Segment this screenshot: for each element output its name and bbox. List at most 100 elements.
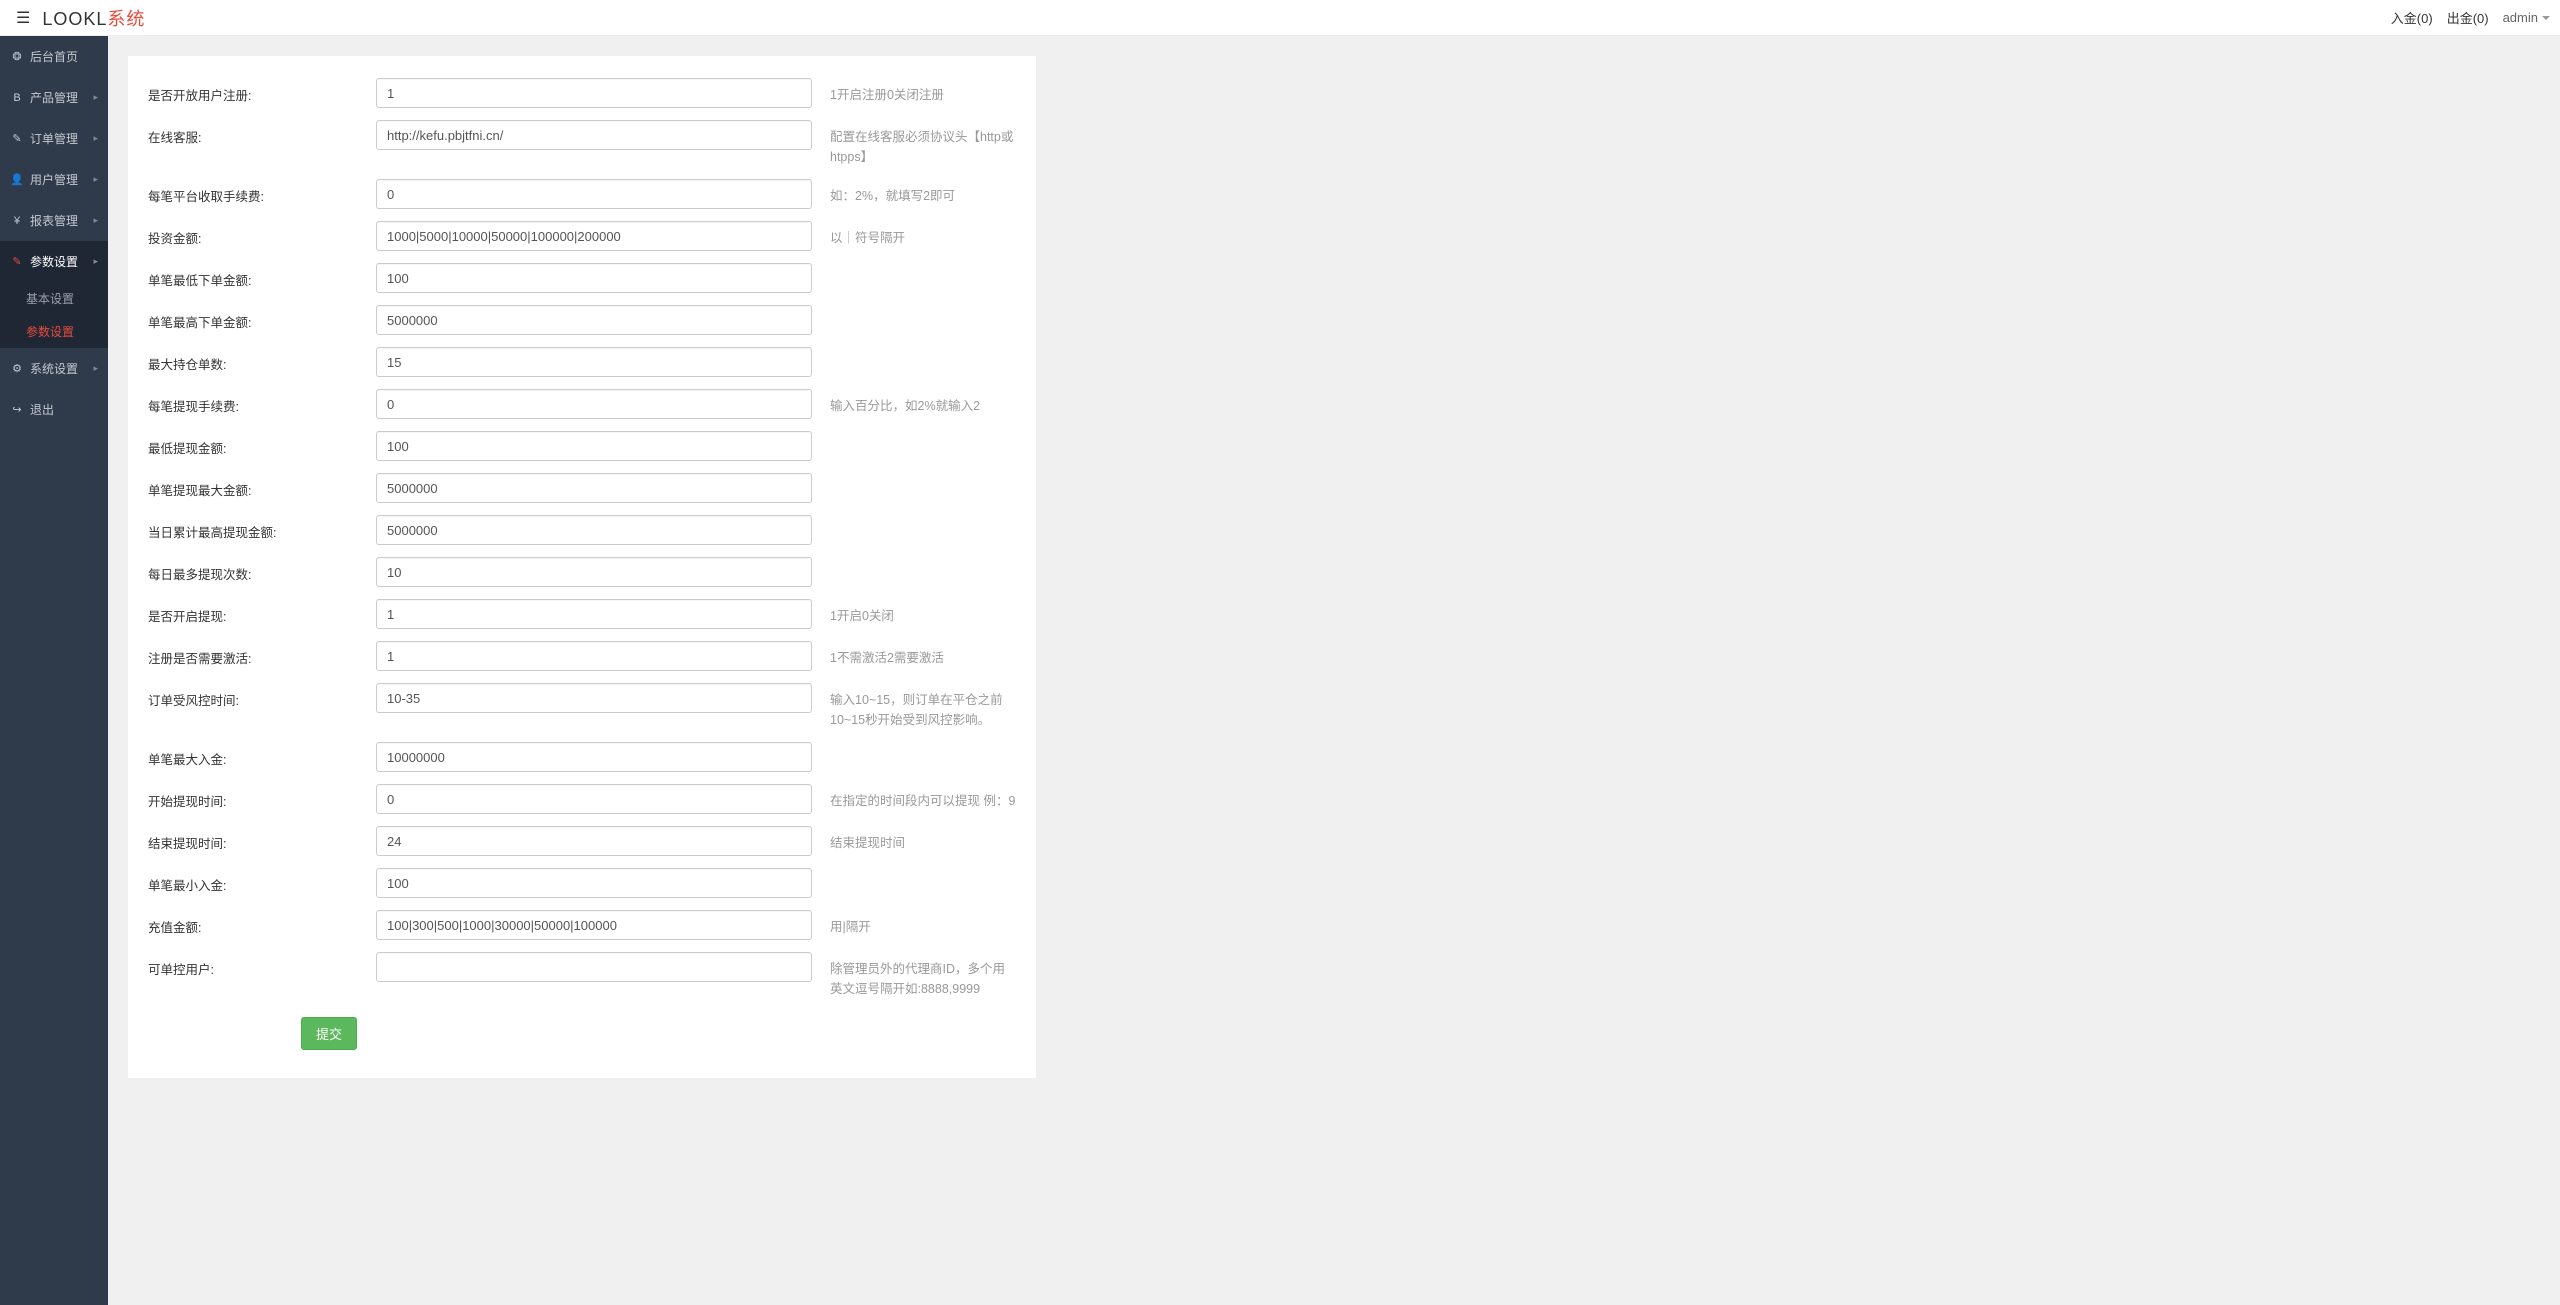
sidebar-link[interactable]: ✎订单管理▸ — [0, 118, 108, 159]
form-input-wrap — [376, 347, 812, 377]
form-input-16[interactable] — [376, 784, 812, 814]
sidebar-item-3[interactable]: 👤用户管理▸ — [0, 159, 108, 200]
form-help — [812, 868, 1016, 875]
main: 是否开放用户注册:1开启注册0关闭注册在线客服:配置在线客服必须协议头【http… — [108, 36, 2560, 1098]
submenu-item-0[interactable]: 基本设置 — [0, 282, 108, 315]
form-input-7[interactable] — [376, 389, 812, 419]
form-help: 1开启注册0关闭注册 — [812, 78, 1016, 105]
sidebar-item-6[interactable]: ⚙系统设置▸ — [0, 348, 108, 389]
nav-label: 用户管理 — [30, 171, 78, 188]
form-input-wrap — [376, 557, 812, 587]
form-row-20: 可单控用户:除管理员外的代理商ID，多个用英文逗号隔开如:8888,9999 — [148, 952, 1016, 999]
form-input-wrap — [376, 179, 812, 209]
form-help — [812, 473, 1016, 480]
form-input-9[interactable] — [376, 473, 812, 503]
form-input-12[interactable] — [376, 599, 812, 629]
form-input-8[interactable] — [376, 431, 812, 461]
admin-dropdown[interactable]: admin — [2503, 10, 2550, 25]
sidebar-link[interactable]: B产品管理▸ — [0, 77, 108, 118]
sidebar-link[interactable]: 👤用户管理▸ — [0, 159, 108, 200]
form-row-15: 单笔最大入金: — [148, 742, 1016, 772]
form-row-13: 注册是否需要激活: 1不需激活2需要激活 — [148, 641, 1016, 671]
form-label: 开始提现时间: — [148, 784, 376, 810]
sidebar-link[interactable]: ↪退出 — [0, 389, 108, 430]
form-input-20[interactable] — [376, 952, 812, 982]
form-input-2[interactable] — [376, 179, 812, 209]
form-row-12: 是否开启提现:1开启0关闭 — [148, 599, 1016, 629]
sidebar-item-2[interactable]: ✎订单管理▸ — [0, 118, 108, 159]
sidebar: ❂后台首页B产品管理▸✎订单管理▸👤用户管理▸¥报表管理▸✎参数设置▸基本设置参… — [0, 36, 108, 1305]
form-label: 每日最多提现次数: — [148, 557, 376, 583]
form-help: 1不需激活2需要激活 — [812, 641, 1016, 668]
submenu-link[interactable]: 参数设置 — [0, 315, 108, 348]
form-input-14[interactable] — [376, 683, 812, 713]
form-input-15[interactable] — [376, 742, 812, 772]
form-input-wrap — [376, 221, 812, 251]
sidebar-link[interactable]: ❂ 后台首页 — [0, 36, 108, 77]
withdraw-link[interactable]: 出金(0) — [2447, 8, 2489, 27]
form-input-18[interactable] — [376, 868, 812, 898]
form-row-19: 充值金额: 用|隔开 — [148, 910, 1016, 940]
submenu-item-1[interactable]: 参数设置 — [0, 315, 108, 348]
form-label: 订单受风控时间: — [148, 683, 376, 709]
form-help: 在指定的时间段内可以提现 例：9 — [812, 784, 1016, 811]
form-row-16: 开始提现时间: 在指定的时间段内可以提现 例：9 — [148, 784, 1016, 814]
sidebar-link[interactable]: ¥报表管理▸ — [0, 200, 108, 241]
admin-label: admin — [2503, 10, 2538, 25]
form-label: 在线客服: — [148, 120, 376, 146]
sidebar-item-1[interactable]: B产品管理▸ — [0, 77, 108, 118]
menu-toggle-icon[interactable]: ☰ — [10, 8, 36, 28]
nav-label: 退出 — [30, 401, 54, 418]
nav-icon: ❂ — [10, 50, 24, 63]
form-label: 注册是否需要激活: — [148, 641, 376, 667]
form-row-11: 每日最多提现次数: — [148, 557, 1016, 587]
sidebar-item-7[interactable]: ↪退出 — [0, 389, 108, 430]
form-row-0: 是否开放用户注册:1开启注册0关闭注册 — [148, 78, 1016, 108]
nav-label: 产品管理 — [30, 89, 78, 106]
submenu-link[interactable]: 基本设置 — [0, 282, 108, 315]
nav-label: 后台首页 — [30, 48, 78, 65]
form-input-5[interactable] — [376, 305, 812, 335]
form-input-10[interactable] — [376, 515, 812, 545]
form-input-11[interactable] — [376, 557, 812, 587]
form-input-4[interactable] — [376, 263, 812, 293]
sidebar-item-4[interactable]: ¥报表管理▸ — [0, 200, 108, 241]
form-label: 单笔最小入金: — [148, 868, 376, 894]
form-label: 每笔提现手续费: — [148, 389, 376, 415]
form-input-6[interactable] — [376, 347, 812, 377]
form-help — [812, 305, 1016, 312]
form-label: 充值金额: — [148, 910, 376, 936]
form-input-wrap — [376, 910, 812, 940]
sidebar-link[interactable]: ⚙系统设置▸ — [0, 348, 108, 389]
nav-icon: ✎ — [10, 132, 24, 145]
sidebar-item-0[interactable]: ❂ 后台首页 — [0, 36, 108, 77]
form-row-5: 单笔最高下单金额: — [148, 305, 1016, 335]
form-input-13[interactable] — [376, 641, 812, 671]
form-row-3: 投资金额:以｜符号隔开 — [148, 221, 1016, 251]
form-row-4: 单笔最低下单金额: — [148, 263, 1016, 293]
form-input-wrap — [376, 784, 812, 814]
form-help: 用|隔开 — [812, 910, 1016, 937]
form-input-3[interactable] — [376, 221, 812, 251]
submit-button[interactable]: 提交 — [301, 1017, 357, 1050]
form-input-wrap — [376, 431, 812, 461]
nav-icon: B — [10, 92, 24, 104]
form-input-wrap — [376, 473, 812, 503]
brand-text-a: LOOKL — [42, 9, 107, 29]
nav-label: 参数设置 — [30, 253, 78, 270]
form-input-19[interactable] — [376, 910, 812, 940]
sidebar-link[interactable]: ✎参数设置▸ — [0, 241, 108, 282]
sidebar-item-5[interactable]: ✎参数设置▸基本设置参数设置 — [0, 241, 108, 348]
form-input-0[interactable] — [376, 78, 812, 108]
form-help: 如：2%，就填写2即可 — [812, 179, 1016, 206]
form-help — [812, 263, 1016, 270]
form-label: 每笔平台收取手续费: — [148, 179, 376, 205]
form-input-wrap — [376, 952, 812, 982]
deposit-link[interactable]: 入金(0) — [2391, 8, 2433, 27]
form-label: 单笔最低下单金额: — [148, 263, 376, 289]
form-input-1[interactable] — [376, 120, 812, 150]
form-input-17[interactable] — [376, 826, 812, 856]
form-help: 结束提现时间 — [812, 826, 1016, 853]
nav-label: 报表管理 — [30, 212, 78, 229]
caret-down-icon — [2542, 16, 2550, 20]
